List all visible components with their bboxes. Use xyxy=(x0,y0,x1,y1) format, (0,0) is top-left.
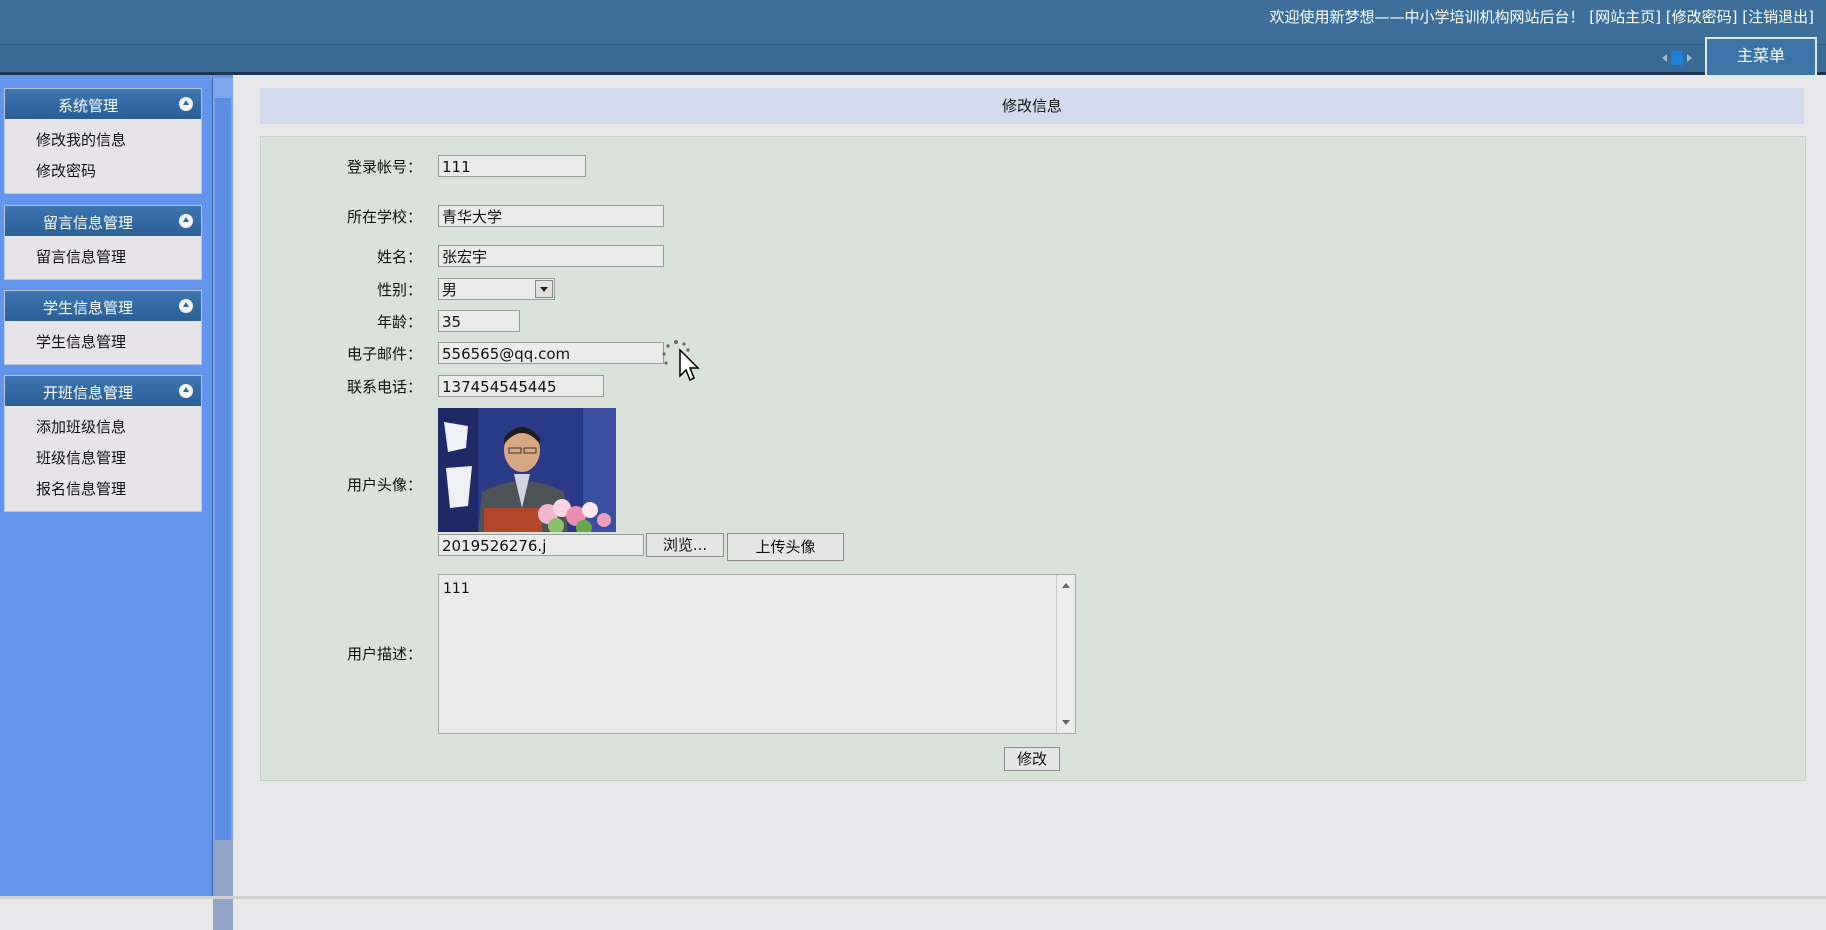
sidebar: 系统管理 修改我的信息 修改密码 留言信息管理 留言信息管理 学生信息管理 学生… xyxy=(0,75,233,899)
collapse-icon[interactable] xyxy=(179,97,193,111)
menu-group-system: 系统管理 修改我的信息 修改密码 xyxy=(4,88,202,194)
gender-select-value: 男 xyxy=(442,281,458,299)
menu-group-messages: 留言信息管理 留言信息管理 xyxy=(4,205,202,280)
name-label: 姓名： xyxy=(376,248,422,266)
upload-avatar-button[interactable]: 上传头像 xyxy=(727,533,844,561)
sidebar-toggle-icon[interactable] xyxy=(1660,50,1694,66)
school-field[interactable]: 青华大学 xyxy=(438,205,664,227)
menu-header-label: 系统管理 xyxy=(57,97,118,115)
nav-bar: 主菜单 xyxy=(0,37,1826,75)
menu-header-label: 开班信息管理 xyxy=(42,384,133,402)
submit-button[interactable]: 修改 xyxy=(1004,747,1060,771)
collapse-icon[interactable] xyxy=(179,299,193,313)
sidebar-item-add-class[interactable]: 添加班级信息 xyxy=(36,412,201,443)
textarea-scrollbar[interactable] xyxy=(1056,575,1075,733)
menu-header-label: 留言信息管理 xyxy=(42,214,133,232)
sidebar-item-student-management[interactable]: 学生信息管理 xyxy=(36,327,201,358)
phone-label: 联系电话： xyxy=(346,378,422,396)
description-label: 用户描述： xyxy=(346,645,422,663)
page-title: 修改信息 xyxy=(260,88,1804,124)
scroll-up-icon[interactable] xyxy=(1062,583,1070,588)
sidebar-item-class-management[interactable]: 班级信息管理 xyxy=(36,443,201,474)
age-field[interactable]: 35 xyxy=(438,310,520,332)
tab-main-menu[interactable]: 主菜单 xyxy=(1705,37,1817,75)
top-bar: 欢迎使用新梦想——中小学培训机构网站后台！ [网站主页] [修改密码] [注销退… xyxy=(0,0,1826,45)
scroll-down-icon[interactable] xyxy=(1062,720,1070,725)
avatar-image xyxy=(438,408,616,532)
chevron-down-icon[interactable] xyxy=(535,280,553,298)
welcome-text: 欢迎使用新梦想——中小学培训机构网站后台！ xyxy=(1269,8,1585,26)
description-text: 111 xyxy=(443,581,470,597)
description-textarea[interactable]: 111 xyxy=(438,574,1076,734)
age-label: 年龄： xyxy=(376,313,422,331)
scrollbar-track[interactable] xyxy=(215,98,231,840)
sidebar-item-message-management[interactable]: 留言信息管理 xyxy=(36,242,201,273)
sidebar-item-enrollment-management[interactable]: 报名信息管理 xyxy=(36,474,201,505)
welcome-bar: 欢迎使用新梦想——中小学培训机构网站后台！ [网站主页] [修改密码] [注销退… xyxy=(1269,6,1814,27)
scrollbar-thumb[interactable] xyxy=(213,840,233,930)
menu-group-classes: 开班信息管理 添加班级信息 班级信息管理 报名信息管理 xyxy=(4,375,202,512)
sidebar-scrollbar[interactable] xyxy=(212,78,233,930)
account-label: 登录帐号： xyxy=(346,158,422,176)
menu-header-messages[interactable]: 留言信息管理 xyxy=(5,206,201,236)
avatar-label: 用户头像： xyxy=(346,476,422,494)
browse-button[interactable]: 浏览... xyxy=(646,533,724,557)
collapse-icon[interactable] xyxy=(179,214,193,228)
name-field[interactable]: 张宏宇 xyxy=(438,245,664,267)
menu-header-system[interactable]: 系统管理 xyxy=(5,89,201,119)
logout-link[interactable]: [注销退出] xyxy=(1742,8,1814,26)
collapse-icon[interactable] xyxy=(179,384,193,398)
busy-cursor-icon xyxy=(662,340,700,382)
gender-label: 性别： xyxy=(376,281,422,299)
change-password-link[interactable]: [修改密码] xyxy=(1666,8,1738,26)
email-field[interactable]: 556565@qq.com xyxy=(438,342,664,364)
file-path-field[interactable]: 2019526276.j xyxy=(438,534,644,556)
phone-field[interactable]: 137454545445 xyxy=(438,375,604,397)
email-label: 电子邮件： xyxy=(346,345,422,363)
menu-header-students[interactable]: 学生信息管理 xyxy=(5,291,201,321)
school-label: 所在学校： xyxy=(346,208,422,226)
account-field[interactable]: 111 xyxy=(438,155,586,177)
gender-select[interactable]: 男 xyxy=(438,278,555,300)
menu-header-label: 学生信息管理 xyxy=(42,299,133,317)
menu-group-students: 学生信息管理 学生信息管理 xyxy=(4,290,202,365)
sidebar-item-edit-my-info[interactable]: 修改我的信息 xyxy=(36,125,201,156)
site-home-link[interactable]: [网站主页] xyxy=(1589,8,1661,26)
sidebar-item-change-password[interactable]: 修改密码 xyxy=(36,156,201,187)
menu-header-classes[interactable]: 开班信息管理 xyxy=(5,376,201,406)
